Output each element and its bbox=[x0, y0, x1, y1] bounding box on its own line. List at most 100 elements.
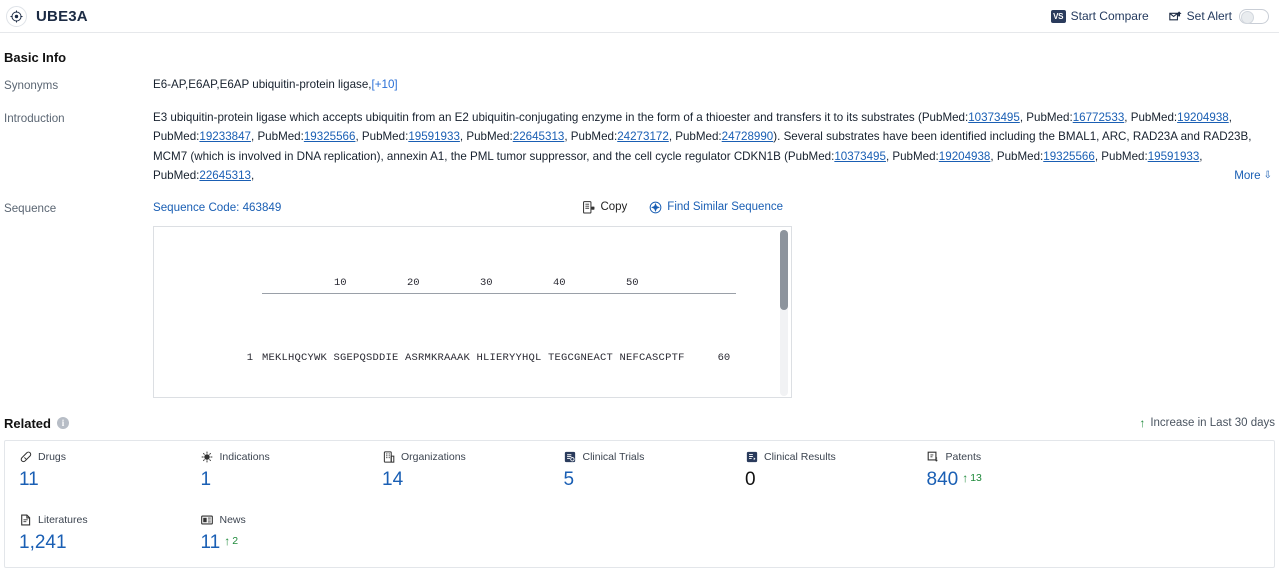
card-number: 0 bbox=[745, 468, 756, 490]
related-card-organizations[interactable]: Organizations 14 bbox=[368, 441, 550, 499]
card-label: Indications bbox=[219, 451, 270, 464]
pubmed-link-8[interactable]: 24273172 bbox=[617, 130, 669, 143]
pubmed-link-1[interactable]: 10373495 bbox=[968, 111, 1020, 124]
card-label: Clinical Trials bbox=[582, 451, 645, 464]
ruler-tick-30: 30 bbox=[480, 277, 493, 290]
pubmed-link-5[interactable]: 19325566 bbox=[304, 130, 356, 143]
sequence-code-link[interactable]: Sequence Code: 463849 bbox=[153, 198, 281, 218]
synonyms-more-link[interactable]: [+10] bbox=[372, 78, 398, 91]
introduction-more-label: More bbox=[1234, 169, 1261, 183]
virus-icon bbox=[201, 451, 214, 464]
pubmed-link-13[interactable]: 19591933 bbox=[1148, 150, 1200, 163]
card-head: Clinical Trials bbox=[564, 451, 732, 464]
start-compare-button[interactable]: VS Start Compare bbox=[1050, 9, 1149, 23]
arrow-up-icon: ↑ bbox=[1139, 416, 1146, 431]
sequence-header: Sequence Code: 463849 Copy Find Similar … bbox=[153, 198, 1275, 218]
clinical-trial-icon bbox=[564, 451, 577, 464]
card-number: 1,241 bbox=[19, 531, 67, 553]
card-label: Drugs bbox=[38, 451, 67, 464]
intro-sep-5: , PubMed: bbox=[355, 130, 409, 144]
card-head: Patents bbox=[927, 451, 1095, 464]
card-number: 11 bbox=[200, 531, 221, 553]
related-card-clinical-results[interactable]: Clinical Results 0 bbox=[731, 441, 913, 499]
ruler-axis bbox=[262, 293, 736, 295]
pubmed-link-4[interactable]: 19233847 bbox=[199, 130, 251, 143]
synonyms-label: Synonyms bbox=[4, 79, 59, 92]
related-header: Related i ↑ Increase in Last 30 days bbox=[4, 400, 1275, 440]
introduction-value: E3 ubiquitin-protein ligase which accept… bbox=[153, 108, 1275, 186]
main-content: Basic Info Synonyms E6-AP,E6AP,E6AP ubiq… bbox=[0, 33, 1279, 568]
chevron-down-icon: ⇩ bbox=[1263, 170, 1272, 182]
related-card-news[interactable]: News 11 ↑ 2 bbox=[187, 504, 369, 562]
intro-sep-10: , PubMed: bbox=[885, 149, 939, 163]
pubmed-link-6[interactable]: 19591933 bbox=[408, 130, 460, 143]
card-number: 840 bbox=[926, 468, 959, 490]
card-value: 840 ↑ 13 bbox=[927, 469, 1095, 491]
set-alert-toggle[interactable] bbox=[1239, 8, 1269, 24]
pubmed-link-10[interactable]: 10373495 bbox=[834, 150, 886, 163]
card-value: 0 bbox=[745, 469, 913, 491]
target-logo-icon bbox=[6, 5, 27, 27]
related-card-patents[interactable]: Patents 840 ↑ 13 bbox=[913, 441, 1095, 499]
intro-sep-12: , PubMed: bbox=[1094, 149, 1148, 163]
card-number: 5 bbox=[563, 468, 575, 490]
intro-sep-11: , PubMed: bbox=[990, 149, 1044, 163]
pubmed-link-12[interactable]: 19325566 bbox=[1043, 150, 1095, 163]
news-icon bbox=[201, 514, 214, 527]
card-head: Drugs bbox=[19, 451, 187, 464]
intro-sep-7: , PubMed: bbox=[564, 130, 618, 144]
pubmed-link-14[interactable]: 22645313 bbox=[199, 169, 251, 182]
find-similar-sequence-button[interactable]: Find Similar Sequence bbox=[649, 198, 783, 218]
card-number: 14 bbox=[382, 468, 404, 490]
introduction-more-button[interactable]: More ⇩ bbox=[1220, 166, 1272, 186]
set-alert-button[interactable]: Set Alert bbox=[1168, 8, 1269, 24]
related-card-drugs[interactable]: Drugs 11 bbox=[5, 441, 187, 499]
synonyms-value: E6-AP,E6AP,E6AP ubiquitin-protein ligase… bbox=[153, 75, 1275, 96]
related-card-literatures[interactable]: Literatures 1,241 bbox=[5, 504, 187, 562]
card-number: 1 bbox=[200, 468, 212, 490]
intro-sep-1: , PubMed: bbox=[1019, 110, 1073, 124]
alert-envelope-icon bbox=[1168, 10, 1182, 23]
card-label: Literatures bbox=[38, 514, 88, 527]
pubmed-link-3[interactable]: 19204938 bbox=[1177, 111, 1229, 124]
capsule-icon bbox=[19, 451, 32, 464]
info-icon[interactable]: i bbox=[56, 417, 69, 430]
find-similar-icon bbox=[649, 201, 662, 214]
introduction-label: Introduction bbox=[4, 111, 65, 125]
sequence-line: 1 MEKLHQCYWK SGEPQSDDIE ASRMKRAAAK HLIER… bbox=[154, 350, 791, 367]
copy-icon bbox=[582, 201, 595, 214]
sequence-ruler: 10 20 30 40 50 bbox=[262, 275, 736, 297]
sequence-scrollbar-thumb[interactable] bbox=[780, 229, 788, 310]
building-icon bbox=[382, 451, 395, 464]
pubmed-link-11[interactable]: 19204938 bbox=[939, 150, 991, 163]
vs-compare-icon: VS bbox=[1050, 9, 1066, 23]
card-label: News bbox=[219, 514, 246, 527]
copy-sequence-button[interactable]: Copy bbox=[582, 198, 627, 218]
card-delta: ↑ 13 bbox=[962, 472, 982, 484]
card-delta: ↑ 2 bbox=[224, 535, 238, 547]
card-head: Clinical Results bbox=[745, 451, 913, 464]
top-bar-actions: VS Start Compare Set Alert bbox=[1050, 8, 1271, 24]
related-cards: Drugs 11 Indications 1 Organizations 14 … bbox=[4, 439, 1275, 568]
card-head: Organizations bbox=[382, 451, 550, 464]
card-value: 11 bbox=[19, 469, 187, 491]
sequence-viewer[interactable]: 10 20 30 40 50 1 MEKLHQCYWK SGEPQSDDIE A… bbox=[153, 225, 792, 398]
synonyms-row: Synonyms E6-AP,E6AP,E6AP ubiquitin-prote… bbox=[4, 75, 1275, 108]
related-card-indications[interactable]: Indications 1 bbox=[187, 441, 369, 499]
ruler-tick-10: 10 bbox=[334, 277, 347, 290]
card-value: 14 bbox=[382, 469, 550, 491]
related-card-clinical-trials[interactable]: Clinical Trials 5 bbox=[550, 441, 732, 499]
pubmed-link-9[interactable]: 24728990 bbox=[722, 130, 774, 143]
pubmed-link-2[interactable]: 16772533 bbox=[1073, 111, 1125, 124]
find-similar-label: Find Similar Sequence bbox=[667, 200, 783, 213]
synonyms-text: E6-AP,E6AP,E6AP ubiquitin-protein ligase… bbox=[153, 78, 372, 91]
arrow-up-icon: ↑ bbox=[962, 470, 969, 485]
card-label: Clinical Results bbox=[764, 451, 836, 464]
intro-sep-8: , PubMed: bbox=[668, 130, 722, 144]
intro-tail: , bbox=[251, 169, 255, 183]
arrow-up-icon: ↑ bbox=[224, 533, 231, 548]
card-value: 11 ↑ 2 bbox=[201, 532, 369, 554]
pubmed-link-7[interactable]: 22645313 bbox=[513, 130, 565, 143]
intro-sep-4: , PubMed: bbox=[251, 130, 304, 144]
start-compare-label: Start Compare bbox=[1070, 9, 1149, 23]
